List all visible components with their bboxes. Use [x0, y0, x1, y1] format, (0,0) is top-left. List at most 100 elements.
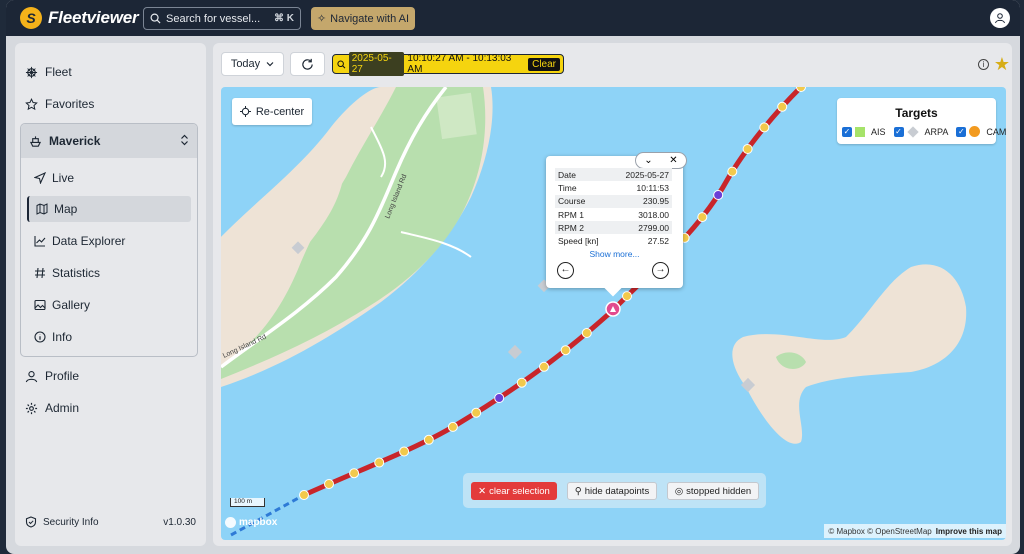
track-point[interactable]: [374, 457, 385, 468]
map-view[interactable]: Long Island Rd Long Island Rd Re-center …: [221, 87, 1006, 540]
clear-range-button[interactable]: Clear: [528, 57, 560, 71]
mapbox-logo[interactable]: mapbox: [225, 517, 277, 528]
sidebar-item-label: Live: [52, 171, 75, 185]
sidebar-item-label: Map: [54, 202, 78, 216]
close-icon[interactable]: ✕: [669, 155, 677, 166]
user-avatar-button[interactable]: [990, 8, 1010, 28]
refresh-button[interactable]: [290, 52, 325, 76]
vessel-group: Maverick Live Map Data Explorer Statisti…: [20, 123, 198, 357]
ais-label: AIS: [871, 126, 886, 137]
row-key: Time: [558, 182, 577, 193]
recenter-button[interactable]: Re-center: [232, 98, 312, 125]
sidebar-item-favorites[interactable]: Favorites: [25, 92, 94, 116]
track-point[interactable]: [697, 212, 708, 223]
sidebar-item-info[interactable]: Info: [27, 324, 191, 350]
range-times: 10:10:27 AM - 10:13:03 AM: [407, 53, 512, 75]
stopped-hidden-button[interactable]: ◎ stopped hidden: [667, 482, 759, 500]
vessel-search[interactable]: Search for vessel... ⌘ K: [143, 7, 301, 30]
chart-icon: [34, 236, 46, 247]
row-value: 2025-05-27: [611, 168, 672, 182]
sidebar-item-data-explorer[interactable]: Data Explorer: [27, 228, 191, 254]
track-point[interactable]: [581, 328, 592, 338]
sidebar-item-label: Admin: [45, 401, 80, 415]
recenter-label: Re-center: [255, 105, 305, 118]
close-icon: ✕: [478, 485, 487, 497]
security-info-link[interactable]: Security Info: [43, 517, 99, 528]
table-row: RPM 2 2799.00: [555, 221, 672, 235]
user-icon: [995, 13, 1005, 24]
track-point[interactable]: [560, 345, 571, 356]
cam-label: CAM: [986, 126, 1006, 137]
logo-icon: S: [20, 7, 42, 29]
info-icon[interactable]: i: [978, 59, 989, 70]
attribution-text[interactable]: © Mapbox © OpenStreetMap: [828, 527, 931, 536]
collapse-icon[interactable]: ⌄: [644, 155, 652, 166]
track-point[interactable]: [324, 479, 334, 489]
sidebar-item-profile[interactable]: Profile: [25, 364, 79, 388]
sidebar: Fleet Favorites Maverick Live Map Data E…: [15, 43, 206, 546]
track-point[interactable]: [299, 490, 309, 500]
favorite-star-icon[interactable]: ★: [994, 54, 1010, 75]
cam-checkbox[interactable]: ✓: [956, 126, 967, 137]
sand-island: [732, 264, 967, 444]
clear-selection-button[interactable]: ✕ clear selection: [471, 482, 557, 500]
period-select[interactable]: Today: [221, 52, 284, 76]
row-key: RPM 2: [555, 221, 612, 235]
track-point[interactable]: [742, 144, 753, 154]
sidebar-item-map[interactable]: Map: [27, 196, 191, 222]
track-point[interactable]: [539, 361, 549, 372]
track-point[interactable]: [713, 190, 724, 200]
table-row: Course 230.95: [555, 194, 672, 208]
search-shortcut: ⌘ K: [274, 13, 294, 24]
star-icon: [25, 97, 38, 110]
track-point[interactable]: [399, 446, 410, 457]
track-point[interactable]: [516, 377, 527, 388]
track-point[interactable]: [759, 122, 770, 133]
time-range-filter[interactable]: 2025-05-27 10:10:27 AM - 10:13:03 AM Cle…: [332, 52, 564, 76]
row-value: 27.52: [647, 236, 669, 247]
navigate-ai-button[interactable]: ✧ Navigate with AI: [311, 7, 415, 30]
track-point[interactable]: [777, 101, 788, 112]
sidebar-item-label: Info: [52, 330, 73, 344]
sidebar-item-live[interactable]: Live: [27, 165, 191, 191]
map-actions-bar: ✕ clear selection ⚲ hide datapoints ◎ st…: [463, 473, 766, 508]
map-attribution: © Mapbox © OpenStreetMap Improve this ma…: [824, 524, 1006, 538]
refresh-icon: [302, 58, 313, 70]
row-value: 2799.00: [611, 221, 672, 235]
prev-point-button[interactable]: ←: [557, 262, 574, 279]
sidebar-item-fleet[interactable]: Fleet: [25, 60, 72, 84]
eye-off-icon: ◎: [674, 485, 684, 497]
datapoint-table: Date 2025-05-27 Time 10:11:53 Course 230.95…: [555, 168, 672, 248]
ais-swatch: [855, 126, 865, 137]
track-point[interactable]: [494, 393, 505, 403]
sidebar-item-admin[interactable]: Admin: [25, 396, 79, 420]
search-icon: [150, 13, 161, 24]
arpa-checkbox[interactable]: ✓: [893, 126, 904, 137]
track-point[interactable]: [622, 291, 632, 302]
period-label: Today: [230, 58, 261, 70]
track-point[interactable]: [447, 421, 458, 432]
next-point-button[interactable]: →: [652, 262, 669, 279]
track-point[interactable]: [471, 407, 482, 418]
clear-selection-label: clear selection: [489, 485, 550, 497]
arrow-right-icon: →: [655, 264, 666, 275]
arpa-swatch: [906, 125, 919, 138]
stopped-hidden-label: stopped hidden: [686, 485, 752, 497]
improve-map-link[interactable]: Improve this map: [936, 527, 1002, 536]
show-more-link[interactable]: Show more...: [546, 249, 683, 259]
row-value: 230.95: [611, 194, 672, 208]
sidebar-item-gallery[interactable]: Gallery: [27, 292, 191, 318]
sidebar-item-statistics[interactable]: Statistics: [27, 260, 191, 286]
chevron-down-icon: [266, 62, 274, 67]
track-point[interactable]: [796, 87, 806, 92]
track-point[interactable]: [423, 434, 434, 445]
chevron-updown-icon: [180, 134, 189, 149]
image-icon: [34, 299, 46, 311]
track-point[interactable]: [349, 468, 360, 479]
track-point[interactable]: [727, 166, 738, 177]
vessel-selector[interactable]: Maverick: [21, 124, 197, 158]
row-key: Date: [555, 168, 612, 182]
ais-checkbox[interactable]: ✓: [842, 126, 852, 137]
app-logo[interactable]: S Fleetviewer: [20, 7, 139, 29]
hide-datapoints-button[interactable]: ⚲ hide datapoints: [567, 482, 657, 500]
